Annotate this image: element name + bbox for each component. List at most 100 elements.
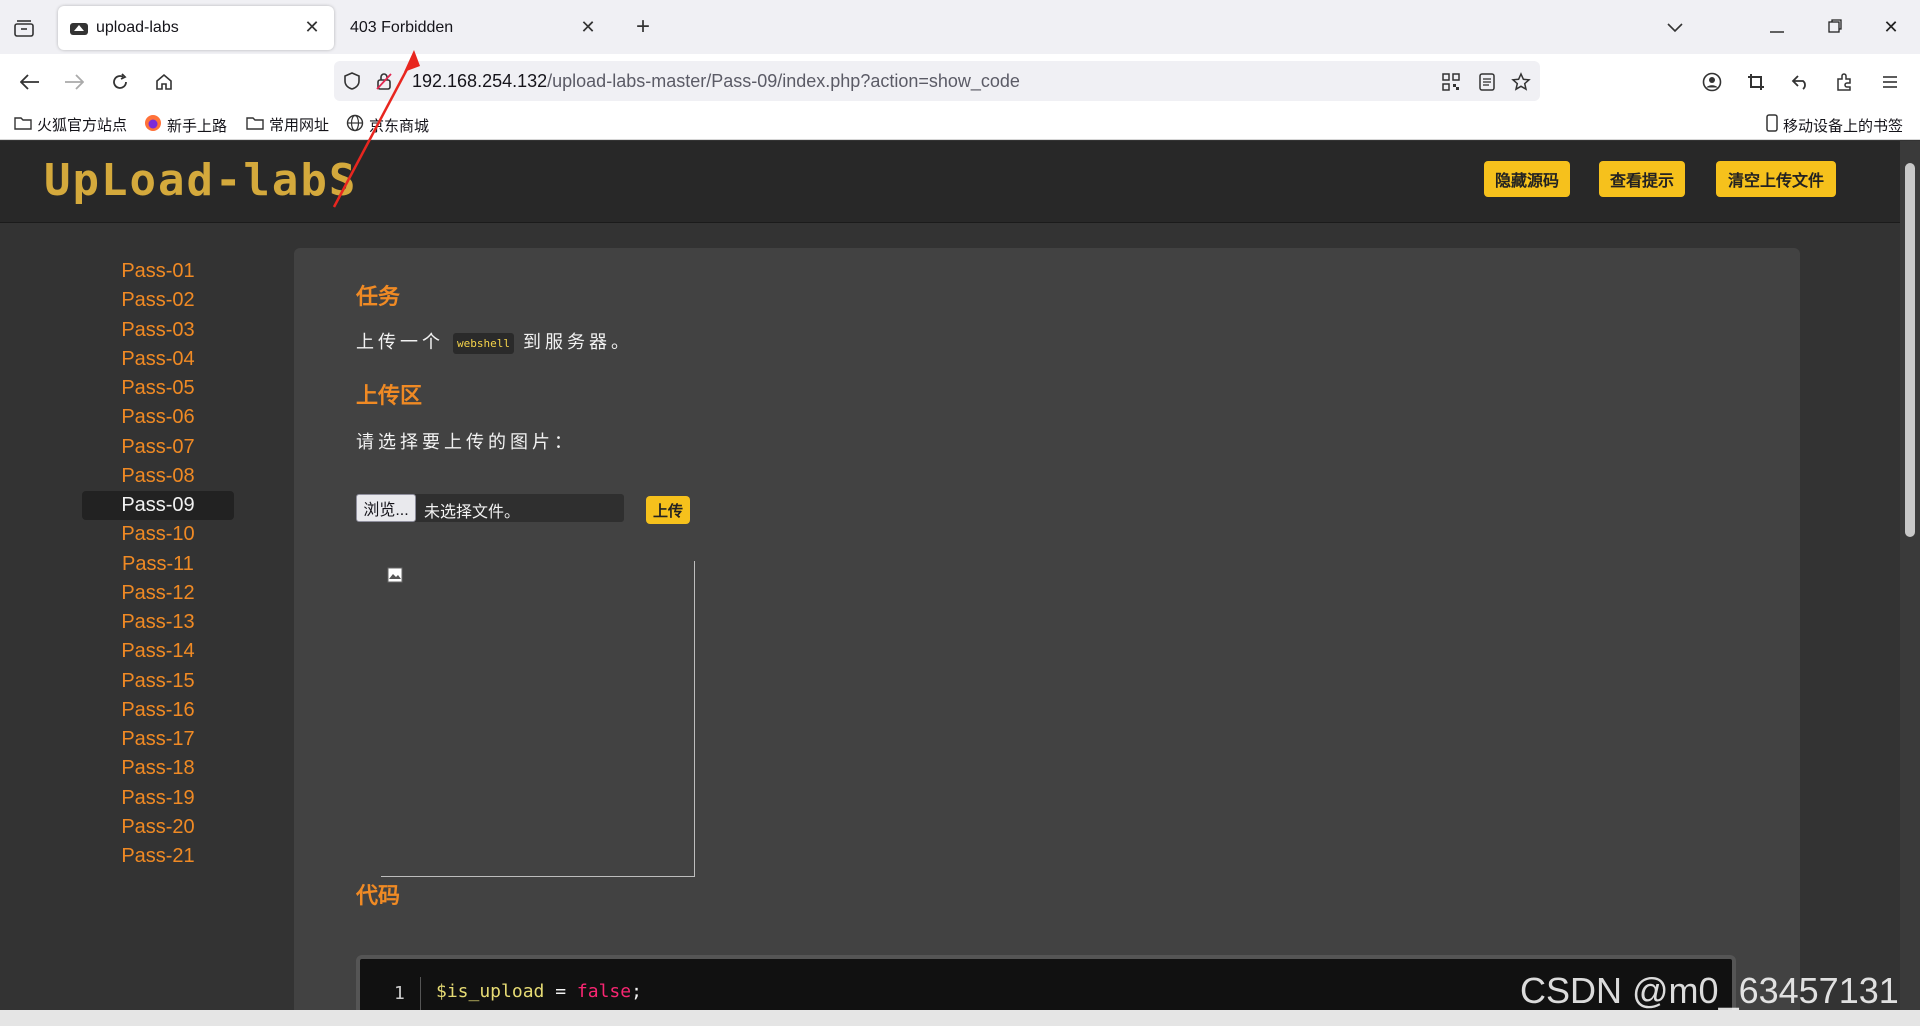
show-hint-button[interactable]: 查看提示 <box>1599 161 1685 197</box>
file-status: 未选择文件。 <box>424 504 521 521</box>
sidebar-item-pass-20[interactable]: Pass-20 <box>82 813 234 842</box>
sidebar-item-pass-07[interactable]: Pass-07 <box>82 433 234 462</box>
bookmark-label: 常用网址 <box>269 117 330 134</box>
sidebar-item-pass-11[interactable]: Pass-11 <box>82 550 234 579</box>
screenshot-crop-icon[interactable] <box>1742 68 1770 96</box>
url-path: /upload-labs-master/Pass-09/index.php?ac… <box>547 71 1020 91</box>
mobile-bookmarks[interactable]: 移动设备上的书签 <box>1766 114 1903 136</box>
sidebar-item-pass-04[interactable]: Pass-04 <box>82 345 234 374</box>
list-all-tabs-icon[interactable] <box>1660 14 1690 40</box>
sidebar-item-pass-17[interactable]: Pass-17 <box>82 725 234 754</box>
site-favicon-icon <box>70 20 88 36</box>
webshell-code-tag: webshell <box>453 332 514 354</box>
bookmarks-toolbar: 火狐官方站点 新手上路 常用网址 京东商城 移动设备上的书签 <box>0 108 1920 140</box>
back-icon[interactable] <box>16 68 44 96</box>
close-tab-icon[interactable]: ✕ <box>578 17 598 37</box>
sidebar-item-pass-16[interactable]: Pass-16 <box>82 696 234 725</box>
hide-source-button[interactable]: 隐藏源码 <box>1484 161 1570 197</box>
upload-title: 上传区 <box>356 383 423 408</box>
upload-prompt: 请选择要上传的图片： <box>356 432 576 452</box>
code-operator: = <box>544 981 577 1002</box>
sidebar-item-pass-10[interactable]: Pass-10 <box>82 520 234 549</box>
upload-button[interactable]: 上传 <box>646 496 690 524</box>
line-number: 1 <box>394 983 405 1004</box>
site-header: UpLoad-labS 隐藏源码 查看提示 清空上传文件 <box>0 141 1900 223</box>
bookmark-star-icon[interactable] <box>1510 71 1532 93</box>
task-description: 上传一个 webshell 到服务器。 <box>356 328 633 354</box>
code-title: 代码 <box>356 883 401 908</box>
task-title: 任务 <box>356 284 401 309</box>
tab-bar: upload-labs ✕ 403 Forbidden ✕ + ✕ <box>0 0 1920 54</box>
close-tab-icon[interactable]: ✕ <box>302 17 322 37</box>
bookmark-item[interactable]: 新手上路 <box>144 114 227 136</box>
clear-uploads-button[interactable]: 清空上传文件 <box>1716 161 1836 197</box>
globe-icon <box>346 114 364 136</box>
sidebar-item-pass-05[interactable]: Pass-05 <box>82 374 234 403</box>
forward-icon[interactable] <box>60 68 88 96</box>
sidebar-item-pass-18[interactable]: Pass-18 <box>82 754 234 783</box>
tab-list-icon[interactable] <box>10 15 38 41</box>
code-gutter <box>420 977 421 1010</box>
minimize-icon[interactable] <box>1762 14 1792 40</box>
file-input[interactable]: 浏览... 未选择文件。 <box>356 494 624 522</box>
csdn-watermark: CSDN @m0_63457131 <box>1520 970 1899 1011</box>
bookmark-label: 新手上路 <box>167 117 228 135</box>
web-page: UpLoad-labS 隐藏源码 查看提示 清空上传文件 Pass-01 Pass… <box>0 141 1900 1010</box>
tab-upload-labs[interactable]: upload-labs ✕ <box>58 6 334 50</box>
firefox-icon <box>144 114 162 136</box>
tab-title: upload-labs <box>96 19 179 36</box>
sidebar-item-pass-14[interactable]: Pass-14 <box>82 637 234 666</box>
bookmark-item[interactable]: 京东商城 <box>346 114 429 136</box>
horizontal-scrollbar[interactable] <box>0 1010 1920 1026</box>
sidebar-item-pass-13[interactable]: Pass-13 <box>82 608 234 637</box>
broken-image-icon <box>387 567 403 588</box>
code-variable: $is_upload <box>436 981 545 1002</box>
bookmark-label: 火狐官方站点 <box>37 117 128 134</box>
site-logo[interactable]: UpLoad-labS <box>44 155 357 206</box>
sidebar-item-pass-19[interactable]: Pass-19 <box>82 784 234 813</box>
sidebar-item-pass-08[interactable]: Pass-08 <box>82 462 234 491</box>
bookmark-label: 移动设备上的书签 <box>1783 117 1904 135</box>
restore-icon[interactable] <box>1820 14 1850 40</box>
url-text: 192.168.254.132/upload-labs-master/Pass-… <box>412 71 1020 92</box>
undo-arrow-icon[interactable] <box>1786 68 1814 96</box>
sidebar-item-pass-12[interactable]: Pass-12 <box>82 579 234 608</box>
address-bar[interactable]: 192.168.254.132/upload-labs-master/Pass-… <box>334 61 1540 101</box>
mobile-device-icon <box>1766 114 1778 136</box>
bookmark-label: 京东商城 <box>369 117 430 135</box>
nav-bar: 192.168.254.132/upload-labs-master/Pass-… <box>0 54 1920 108</box>
sidebar-item-pass-03[interactable]: Pass-03 <box>82 316 234 345</box>
shield-icon[interactable] <box>342 71 362 96</box>
insecure-lock-icon[interactable] <box>374 71 394 96</box>
sidebar-item-pass-09[interactable]: Pass-09 <box>82 491 234 521</box>
pass-sidebar: Pass-01 Pass-02 Pass-03 Pass-04 Pass-05 Pass-… <box>82 257 234 871</box>
reload-icon[interactable] <box>106 68 134 96</box>
url-host: 192.168.254.132 <box>412 71 548 91</box>
close-window-icon[interactable]: ✕ <box>1876 14 1906 40</box>
home-icon[interactable] <box>150 68 178 96</box>
code-line: $is_upload = false; <box>436 981 642 1002</box>
task-suffix: 到服务器。 <box>523 332 634 352</box>
folder-icon <box>246 116 264 134</box>
menu-icon[interactable] <box>1876 68 1904 96</box>
sidebar-item-pass-21[interactable]: Pass-21 <box>82 842 234 871</box>
sidebar-item-pass-02[interactable]: Pass-02 <box>82 286 234 315</box>
browse-button[interactable]: 浏览... <box>356 494 416 522</box>
reader-view-icon[interactable] <box>1476 71 1498 93</box>
new-tab-icon[interactable]: + <box>630 14 656 40</box>
bookmark-item[interactable]: 常用网址 <box>246 114 329 135</box>
sidebar-item-pass-06[interactable]: Pass-06 <box>82 403 234 432</box>
folder-icon <box>14 116 32 134</box>
extensions-icon[interactable] <box>1830 68 1858 96</box>
vertical-scrollbar[interactable] <box>1900 141 1920 1010</box>
scrollbar-thumb[interactable] <box>1905 163 1915 537</box>
sidebar-item-pass-15[interactable]: Pass-15 <box>82 667 234 696</box>
account-icon[interactable] <box>1698 68 1726 96</box>
qr-code-icon[interactable] <box>1440 71 1462 93</box>
tab-403-forbidden[interactable]: 403 Forbidden ✕ <box>340 6 610 50</box>
main-panel: 任务 上传一个 webshell 到服务器。 上传区 请选择要上传的图片： 浏览… <box>294 248 1800 1010</box>
bookmark-item[interactable]: 火狐官方站点 <box>14 114 127 135</box>
tab-title: 403 Forbidden <box>350 19 454 36</box>
sidebar-item-pass-01[interactable]: Pass-01 <box>82 257 234 286</box>
image-preview <box>381 561 695 877</box>
